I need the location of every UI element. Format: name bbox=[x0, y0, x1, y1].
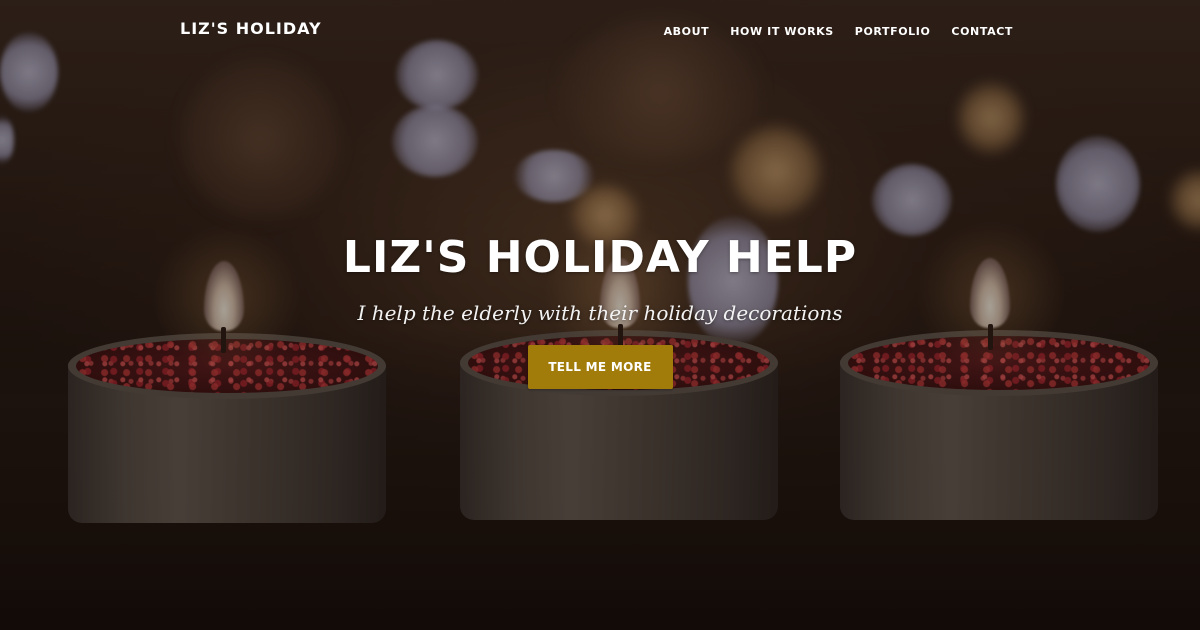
nav-link-how-it-works[interactable]: HOW IT WORKS bbox=[730, 25, 834, 38]
hero-subtitle: I help the elderly with their holiday de… bbox=[357, 301, 843, 325]
tell-me-more-button[interactable]: TELL ME MORE bbox=[527, 345, 673, 389]
nav-link-portfolio[interactable]: PORTFOLIO bbox=[855, 25, 931, 38]
hero-title: LIZ'S HOLIDAY HELP bbox=[342, 232, 858, 283]
hero-section: LIZ'S HOLIDAY ABOUT HOW IT WORKS PORTFOL… bbox=[0, 0, 1200, 630]
hero-content: LIZ'S HOLIDAY HELP I help the elderly wi… bbox=[0, 232, 1200, 389]
nav-item-contact: CONTACT bbox=[951, 22, 1013, 40]
navbar: LIZ'S HOLIDAY ABOUT HOW IT WORKS PORTFOL… bbox=[0, 0, 1200, 58]
nav-item-how-it-works: HOW IT WORKS bbox=[730, 22, 834, 40]
brand-logo-link[interactable]: LIZ'S HOLIDAY bbox=[180, 19, 322, 38]
nav-link-contact[interactable]: CONTACT bbox=[951, 25, 1013, 38]
nav-item-portfolio: PORTFOLIO bbox=[855, 22, 931, 40]
nav-item-about: ABOUT bbox=[664, 22, 710, 40]
nav-link-about[interactable]: ABOUT bbox=[664, 25, 710, 38]
nav-links: ABOUT HOW IT WORKS PORTFOLIO CONTACT bbox=[664, 22, 1013, 40]
